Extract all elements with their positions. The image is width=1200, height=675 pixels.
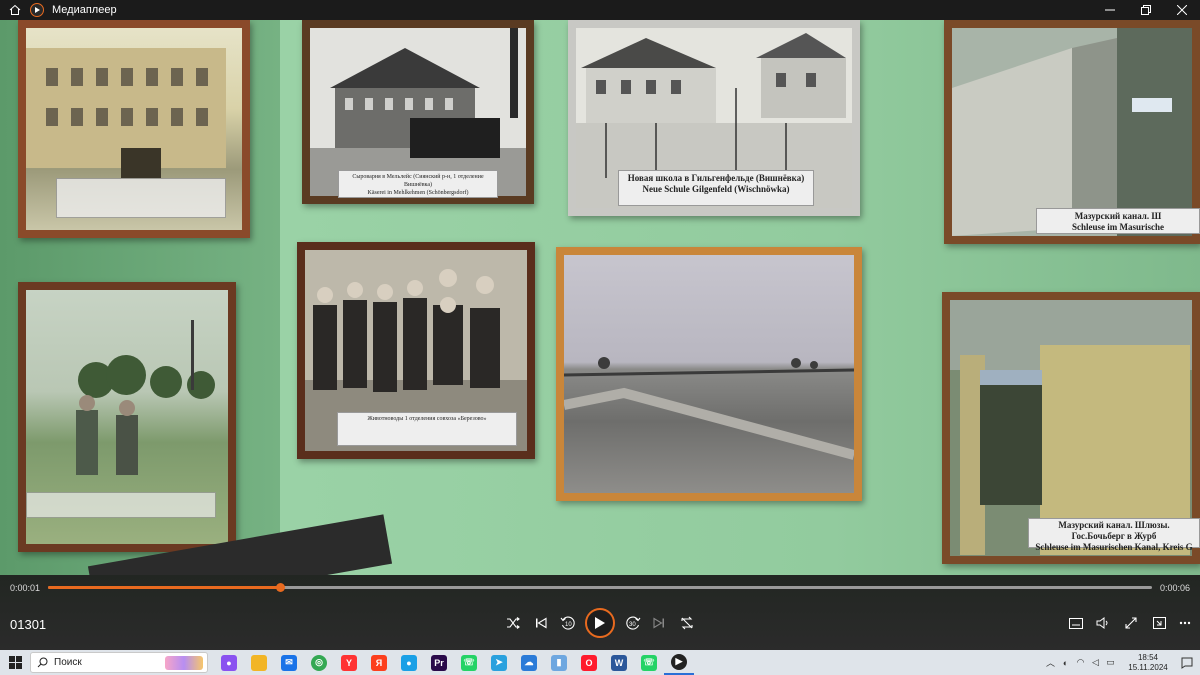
show-hidden-icons-icon[interactable]: ︿	[1043, 650, 1058, 675]
search-icon	[37, 657, 48, 668]
next-icon[interactable]	[646, 612, 672, 634]
photo-frame-2: Сыроварня в Мельлейс (Сиянский р-н, 1 от…	[302, 20, 534, 204]
battery-icon[interactable]: ▭	[1103, 650, 1118, 675]
video-frame[interactable]: Сыроварня в Мельлейс (Сиянский р-н, 1 от…	[0, 20, 1200, 575]
alice-icon: ●	[221, 654, 237, 671]
app-icon	[30, 3, 44, 17]
taskbar-app-premiere[interactable]: Pr	[424, 650, 454, 675]
taskbar-app-mail[interactable]: ✉	[274, 650, 304, 675]
seek-bar[interactable]	[48, 583, 1152, 592]
wifi-icon[interactable]: ◠	[1073, 650, 1088, 675]
repeat-icon[interactable]	[674, 612, 700, 634]
premiere-icon: Pr	[431, 654, 447, 671]
cloud-icon: ☁	[521, 654, 537, 671]
previous-icon[interactable]	[528, 612, 554, 634]
windows-start-icon[interactable]	[0, 650, 30, 675]
network-icon[interactable]: ◐	[1058, 650, 1073, 675]
miniplayer-icon[interactable]	[1146, 612, 1172, 634]
photo-frame-5	[18, 282, 236, 552]
photo-caption-9: Мазурский канал. Шлюзы. Гос.Бочьберг в Ж…	[1028, 518, 1200, 552]
clock-time: 18:54	[1137, 652, 1159, 662]
browser-blue-icon: ●	[401, 654, 417, 671]
word-icon: W	[611, 654, 627, 671]
player-controls: 0:00:01 0:00:06 01301 10 30	[0, 575, 1200, 650]
search-box[interactable]: Поиск	[30, 652, 208, 673]
notifications-icon[interactable]	[1174, 650, 1200, 675]
current-time: 0:00:01	[10, 583, 41, 593]
taskbar-app-chrome[interactable]: ◎	[304, 650, 334, 675]
whatsapp-icon: ☏	[461, 654, 477, 671]
photo-caption-4: Мазурский канал. Ш Schleuse im Masurisch…	[1036, 208, 1200, 234]
media-player-icon: ▶	[671, 653, 687, 670]
search-placeholder: Поиск	[54, 657, 82, 668]
svg-text:30: 30	[629, 622, 636, 628]
yandex-browser-icon: Y	[341, 654, 357, 671]
play-icon	[595, 617, 605, 629]
minimize-icon[interactable]	[1092, 0, 1128, 20]
clock-date: 15.11.2024	[1128, 662, 1168, 672]
telegram-icon: ➤	[491, 654, 507, 671]
speaker-icon[interactable]: ◁	[1088, 650, 1103, 675]
taskbar-app-telegram[interactable]: ➤	[484, 650, 514, 675]
title-bar: Медиаплеер	[0, 0, 1200, 20]
photo-frame-6: Животноводы 1 отделения совхоза «Березов…	[297, 242, 535, 459]
close-icon[interactable]	[1164, 0, 1200, 20]
svg-text:10: 10	[565, 622, 572, 628]
taskbar-app-whatsapp-2[interactable]: ☏	[634, 650, 664, 675]
taskbar-app-whatsapp[interactable]: ☏	[454, 650, 484, 675]
taskbar-app-yandex[interactable]: Я	[364, 650, 394, 675]
mail-icon: ✉	[281, 654, 297, 671]
photo-frame-4: Мазурский канал. Ш Schleuse im Masurisch…	[944, 20, 1200, 244]
photo-caption-6: Животноводы 1 отделения совхоза «Березов…	[337, 412, 517, 446]
seek-progress	[48, 586, 280, 589]
whatsapp-2-icon: ☏	[641, 654, 657, 671]
taskbar-app-disk[interactable]: ▮	[544, 650, 574, 675]
home-icon[interactable]	[0, 0, 30, 20]
total-time: 0:00:06	[1159, 583, 1190, 593]
taskbar-app-browser-blue[interactable]: ●	[394, 650, 424, 675]
clock[interactable]: 18:54 15.11.2024	[1122, 653, 1174, 673]
photo-caption-3: Новая школа в Гильгенфельде (Вишнёвка) N…	[618, 170, 814, 206]
taskbar-app-file-explorer[interactable]	[244, 650, 274, 675]
seek-thumb[interactable]	[275, 583, 285, 592]
photo-caption-1	[56, 178, 226, 218]
yandex-icon: Я	[371, 654, 387, 671]
taskbar-app-media-player[interactable]: ▶	[664, 650, 694, 675]
disk-icon: ▮	[551, 654, 567, 671]
taskbar-app-opera[interactable]: O	[574, 650, 604, 675]
taskbar-apps: ● ✉ ◎ Y Я ● Pr ☏ ➤ ☁ ▮ O W ☏ ▶	[214, 650, 694, 675]
volume-icon[interactable]	[1090, 612, 1116, 634]
photo-frame-9: Мазурский канал. Шлюзы. Гос.Бочьберг в Ж…	[942, 292, 1200, 564]
taskbar-app-yandex-browser[interactable]: Y	[334, 650, 364, 675]
rewind-10-icon[interactable]: 10	[555, 612, 581, 634]
taskbar-app-cloud[interactable]: ☁	[514, 650, 544, 675]
fullscreen-icon[interactable]	[1118, 612, 1144, 634]
window-title: Медиаплеер	[52, 4, 117, 16]
photo-frame-1	[18, 20, 250, 238]
shuffle-icon[interactable]	[500, 612, 526, 634]
restore-icon[interactable]	[1128, 0, 1164, 20]
taskbar-app-word[interactable]: W	[604, 650, 634, 675]
taskbar: Поиск ● ✉ ◎ Y Я ● Pr ☏ ➤ ☁ ▮ O W ☏ ▶ ︿ ◐ ◠ ◁ ▭ 18:54 1…	[0, 650, 1200, 675]
subtitles-icon[interactable]	[1063, 612, 1089, 634]
chrome-icon: ◎	[311, 654, 327, 671]
photo-caption-5	[26, 492, 216, 518]
clip-title: 01301	[10, 617, 47, 632]
opera-icon: O	[581, 654, 597, 671]
photo-frame-7	[556, 247, 862, 501]
forward-30-icon[interactable]: 30	[620, 612, 646, 634]
system-tray: ︿ ◐ ◠ ◁ ▭ 18:54 15.11.2024	[1043, 650, 1200, 675]
photo-caption-2: Сыроварня в Мельлейс (Сиянский р-н, 1 от…	[338, 170, 498, 198]
media-player-window: Медиаплеер Сыроварня в Мельлейс (Сиянски…	[0, 0, 1200, 675]
more-icon[interactable]	[1172, 612, 1198, 634]
file-explorer-icon	[251, 654, 267, 671]
taskbar-app-alice[interactable]: ●	[214, 650, 244, 675]
search-highlight-image	[165, 656, 203, 670]
play-button[interactable]	[585, 608, 615, 638]
photo-frame-3: Новая школа в Гильгенфельде (Вишнёвка) N…	[568, 20, 860, 216]
